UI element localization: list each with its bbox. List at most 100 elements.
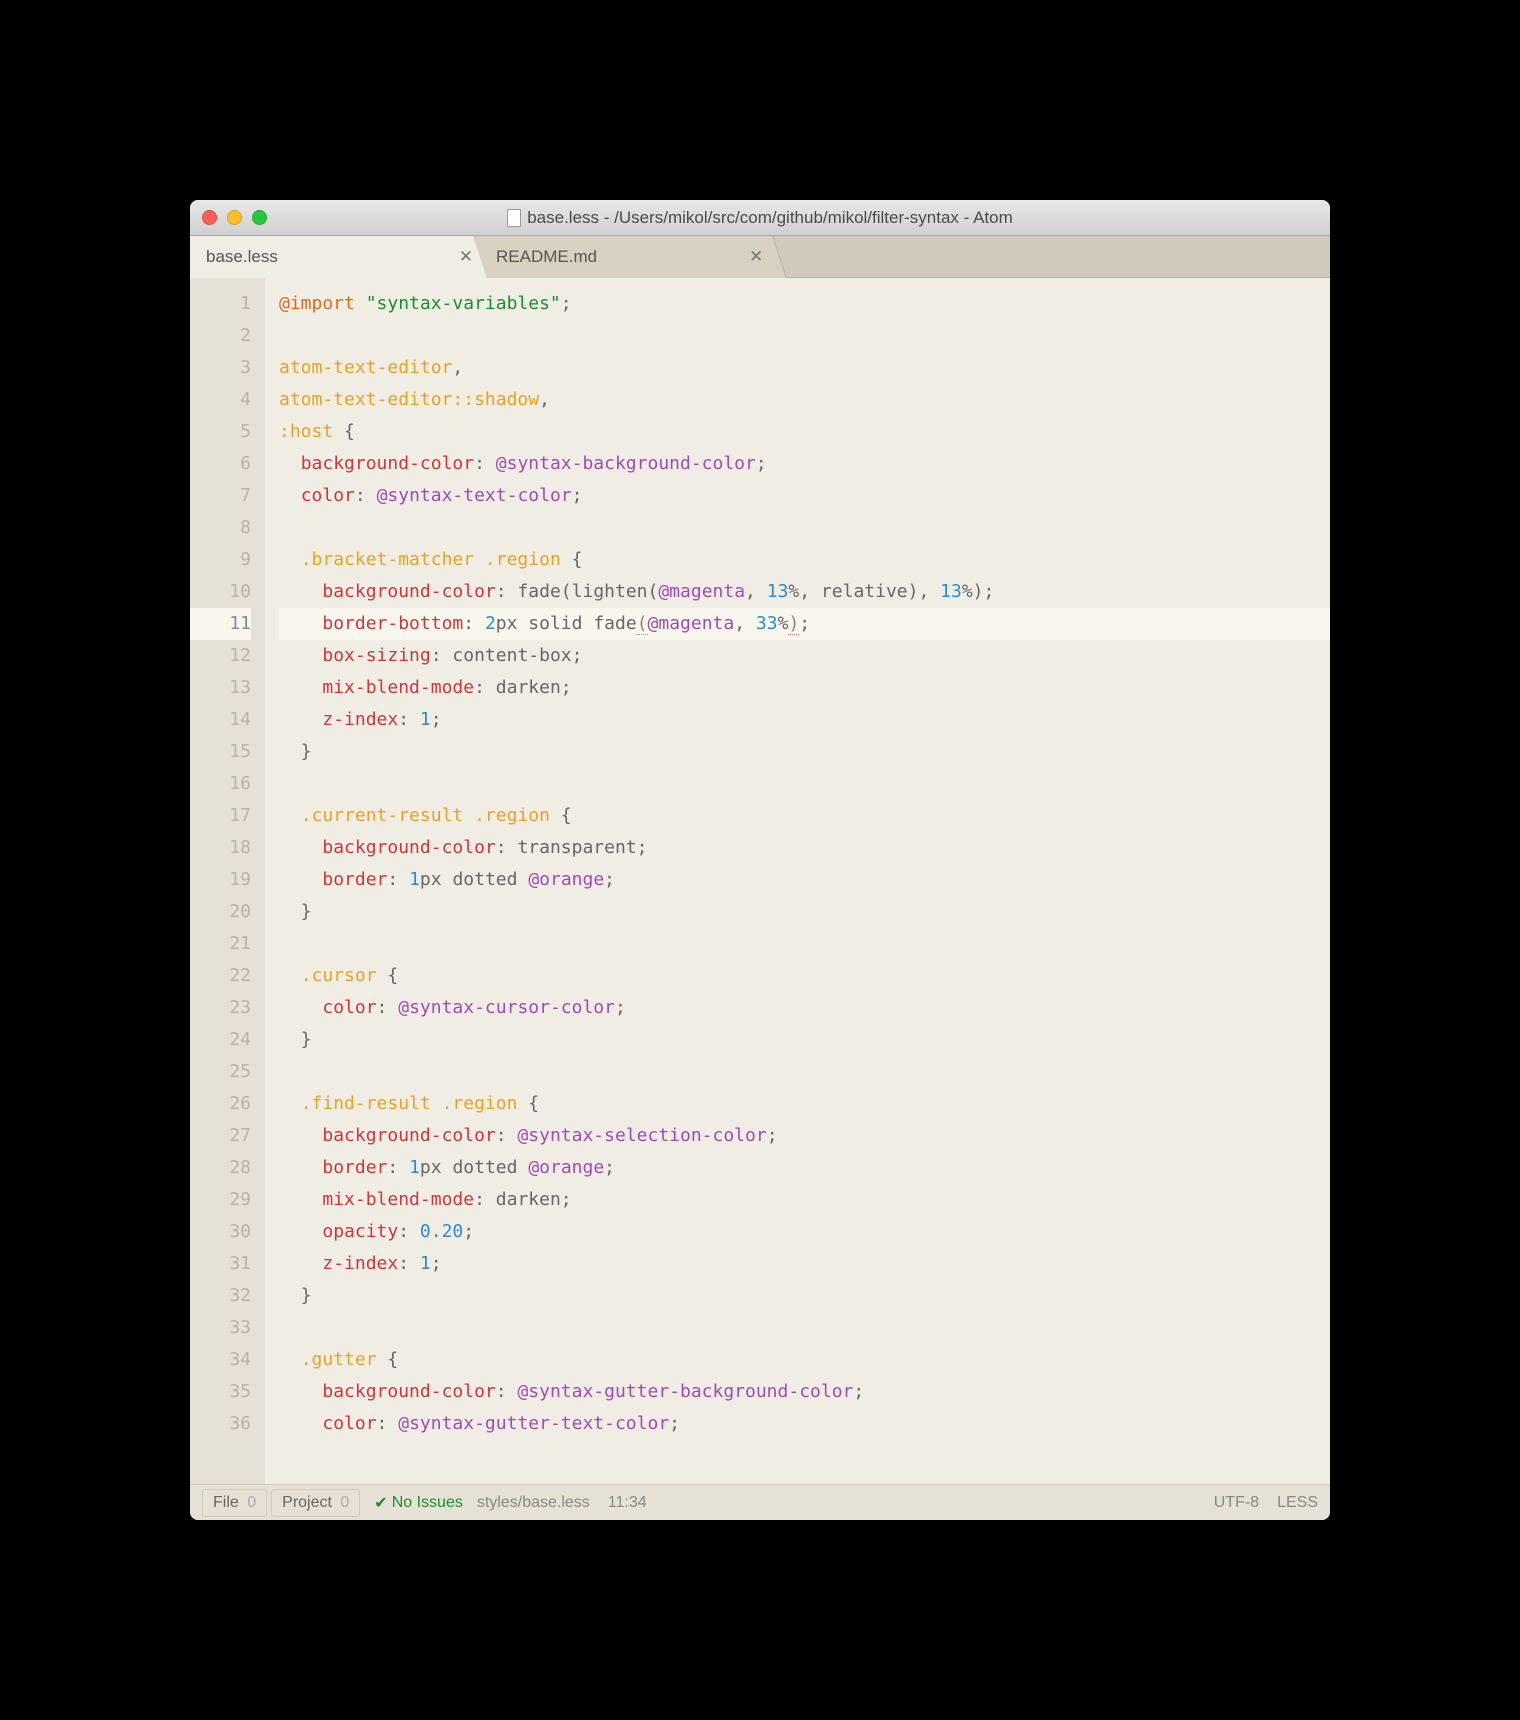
code-line[interactable]: } bbox=[279, 1280, 1330, 1312]
code-line[interactable] bbox=[279, 768, 1330, 800]
code-line[interactable]: mix-blend-mode: darken; bbox=[279, 672, 1330, 704]
line-number[interactable]: 28 bbox=[190, 1152, 251, 1184]
titlebar[interactable]: base.less - /Users/mikol/src/com/github/… bbox=[190, 200, 1330, 236]
line-number[interactable]: 7 bbox=[190, 480, 251, 512]
line-number[interactable]: 4 bbox=[190, 384, 251, 416]
code-line[interactable] bbox=[279, 1312, 1330, 1344]
code-line[interactable]: z-index: 1; bbox=[279, 704, 1330, 736]
tab-bar: base.less ✕ README.md ✕ bbox=[190, 236, 1330, 278]
code-line[interactable]: z-index: 1; bbox=[279, 1248, 1330, 1280]
line-number[interactable]: 33 bbox=[190, 1312, 251, 1344]
code-line[interactable]: color: @syntax-text-color; bbox=[279, 480, 1330, 512]
line-number[interactable]: 29 bbox=[190, 1184, 251, 1216]
code-line[interactable]: color: @syntax-gutter-text-color; bbox=[279, 1408, 1330, 1440]
window-title-text: base.less - /Users/mikol/src/com/github/… bbox=[527, 208, 1013, 228]
editor-pane[interactable]: 1234567891011121314151617181920212223242… bbox=[190, 278, 1330, 1484]
project-issues-button[interactable]: Project 0 bbox=[271, 1489, 360, 1517]
line-number[interactable]: 20 bbox=[190, 896, 251, 928]
no-issues-indicator[interactable]: ✔ No Issues bbox=[374, 1493, 463, 1513]
line-number[interactable]: 19 bbox=[190, 864, 251, 896]
line-number[interactable]: 14 bbox=[190, 704, 251, 736]
close-tab-icon[interactable]: ✕ bbox=[459, 247, 473, 267]
file-issues-button[interactable]: File 0 bbox=[202, 1489, 267, 1517]
tab-base-less[interactable]: base.less ✕ bbox=[190, 236, 490, 278]
line-number[interactable]: 9 bbox=[190, 544, 251, 576]
code-line[interactable]: background-color: @syntax-selection-colo… bbox=[279, 1120, 1330, 1152]
line-number[interactable]: 3 bbox=[190, 352, 251, 384]
code-line[interactable]: opacity: 0.20; bbox=[279, 1216, 1330, 1248]
line-number[interactable]: 32 bbox=[190, 1280, 251, 1312]
line-number[interactable]: 35 bbox=[190, 1376, 251, 1408]
code-line[interactable] bbox=[279, 1056, 1330, 1088]
status-bar: File 0 Project 0 ✔ No Issues styles/base… bbox=[190, 1484, 1330, 1520]
line-number[interactable]: 16 bbox=[190, 768, 251, 800]
line-number[interactable]: 15 bbox=[190, 736, 251, 768]
code-line[interactable]: mix-blend-mode: darken; bbox=[279, 1184, 1330, 1216]
code-line[interactable]: .current-result .region { bbox=[279, 800, 1330, 832]
line-number[interactable]: 18 bbox=[190, 832, 251, 864]
line-number[interactable]: 2 bbox=[190, 320, 251, 352]
line-number[interactable]: 36 bbox=[190, 1408, 251, 1440]
code-line[interactable]: color: @syntax-cursor-color; bbox=[279, 992, 1330, 1024]
line-number[interactable]: 30 bbox=[190, 1216, 251, 1248]
traffic-lights bbox=[190, 210, 267, 225]
line-number[interactable]: 25 bbox=[190, 1056, 251, 1088]
line-number[interactable]: 6 bbox=[190, 448, 251, 480]
file-path[interactable]: styles/base.less bbox=[477, 1494, 590, 1512]
code-line[interactable] bbox=[279, 320, 1330, 352]
line-number[interactable]: 17 bbox=[190, 800, 251, 832]
code-line[interactable]: background-color: @syntax-gutter-backgro… bbox=[279, 1376, 1330, 1408]
line-number[interactable]: 21 bbox=[190, 928, 251, 960]
close-window-button[interactable] bbox=[202, 210, 217, 225]
code-line[interactable]: background-color: fade(lighten(@magenta,… bbox=[279, 576, 1330, 608]
tab-README-md[interactable]: README.md ✕ bbox=[473, 236, 787, 278]
code-line[interactable]: .gutter { bbox=[279, 1344, 1330, 1376]
line-number[interactable]: 13 bbox=[190, 672, 251, 704]
zoom-window-button[interactable] bbox=[252, 210, 267, 225]
code-line[interactable]: border-bottom: 2px solid fade(@magenta, … bbox=[279, 608, 1330, 640]
line-gutter[interactable]: 1234567891011121314151617181920212223242… bbox=[190, 278, 265, 1484]
code-line[interactable] bbox=[279, 928, 1330, 960]
close-tab-icon[interactable]: ✕ bbox=[749, 247, 763, 267]
code-line[interactable]: atom-text-editor::shadow, bbox=[279, 384, 1330, 416]
code-line[interactable]: @import "syntax-variables"; bbox=[279, 288, 1330, 320]
tab-label: base.less bbox=[206, 247, 278, 267]
document-icon bbox=[507, 209, 521, 227]
line-number[interactable]: 12 bbox=[190, 640, 251, 672]
line-number[interactable]: 34 bbox=[190, 1344, 251, 1376]
code-line[interactable]: } bbox=[279, 1024, 1330, 1056]
code-line[interactable]: border: 1px dotted @orange; bbox=[279, 1152, 1330, 1184]
line-number[interactable]: 11 bbox=[190, 608, 251, 640]
line-number[interactable]: 8 bbox=[190, 512, 251, 544]
line-number[interactable]: 10 bbox=[190, 576, 251, 608]
minimize-window-button[interactable] bbox=[227, 210, 242, 225]
code-line[interactable]: .cursor { bbox=[279, 960, 1330, 992]
code-line[interactable]: background-color: transparent; bbox=[279, 832, 1330, 864]
code-line[interactable]: border: 1px dotted @orange; bbox=[279, 864, 1330, 896]
code-line[interactable]: .bracket-matcher .region { bbox=[279, 544, 1330, 576]
code-line[interactable] bbox=[279, 512, 1330, 544]
code-line[interactable]: :host { bbox=[279, 416, 1330, 448]
line-number[interactable]: 31 bbox=[190, 1248, 251, 1280]
app-window: base.less - /Users/mikol/src/com/github/… bbox=[190, 200, 1330, 1520]
cursor-position[interactable]: 11:34 bbox=[608, 1494, 647, 1512]
code-line[interactable]: } bbox=[279, 896, 1330, 928]
line-number[interactable]: 23 bbox=[190, 992, 251, 1024]
encoding-selector[interactable]: UTF-8 bbox=[1214, 1494, 1259, 1512]
code-line[interactable]: .find-result .region { bbox=[279, 1088, 1330, 1120]
line-number[interactable]: 5 bbox=[190, 416, 251, 448]
line-number[interactable]: 26 bbox=[190, 1088, 251, 1120]
code-line[interactable]: box-sizing: content-box; bbox=[279, 640, 1330, 672]
code-line[interactable]: background-color: @syntax-background-col… bbox=[279, 448, 1330, 480]
grammar-selector[interactable]: LESS bbox=[1277, 1494, 1318, 1512]
window-title: base.less - /Users/mikol/src/com/github/… bbox=[190, 208, 1330, 228]
code-line[interactable]: atom-text-editor, bbox=[279, 352, 1330, 384]
line-number[interactable]: 27 bbox=[190, 1120, 251, 1152]
code-line[interactable]: } bbox=[279, 736, 1330, 768]
line-number[interactable]: 22 bbox=[190, 960, 251, 992]
line-number[interactable]: 24 bbox=[190, 1024, 251, 1056]
check-icon: ✔ bbox=[374, 1493, 387, 1513]
tab-label: README.md bbox=[496, 247, 597, 267]
line-number[interactable]: 1 bbox=[190, 288, 251, 320]
code-area[interactable]: @import "syntax-variables"; atom-text-ed… bbox=[265, 278, 1330, 1484]
